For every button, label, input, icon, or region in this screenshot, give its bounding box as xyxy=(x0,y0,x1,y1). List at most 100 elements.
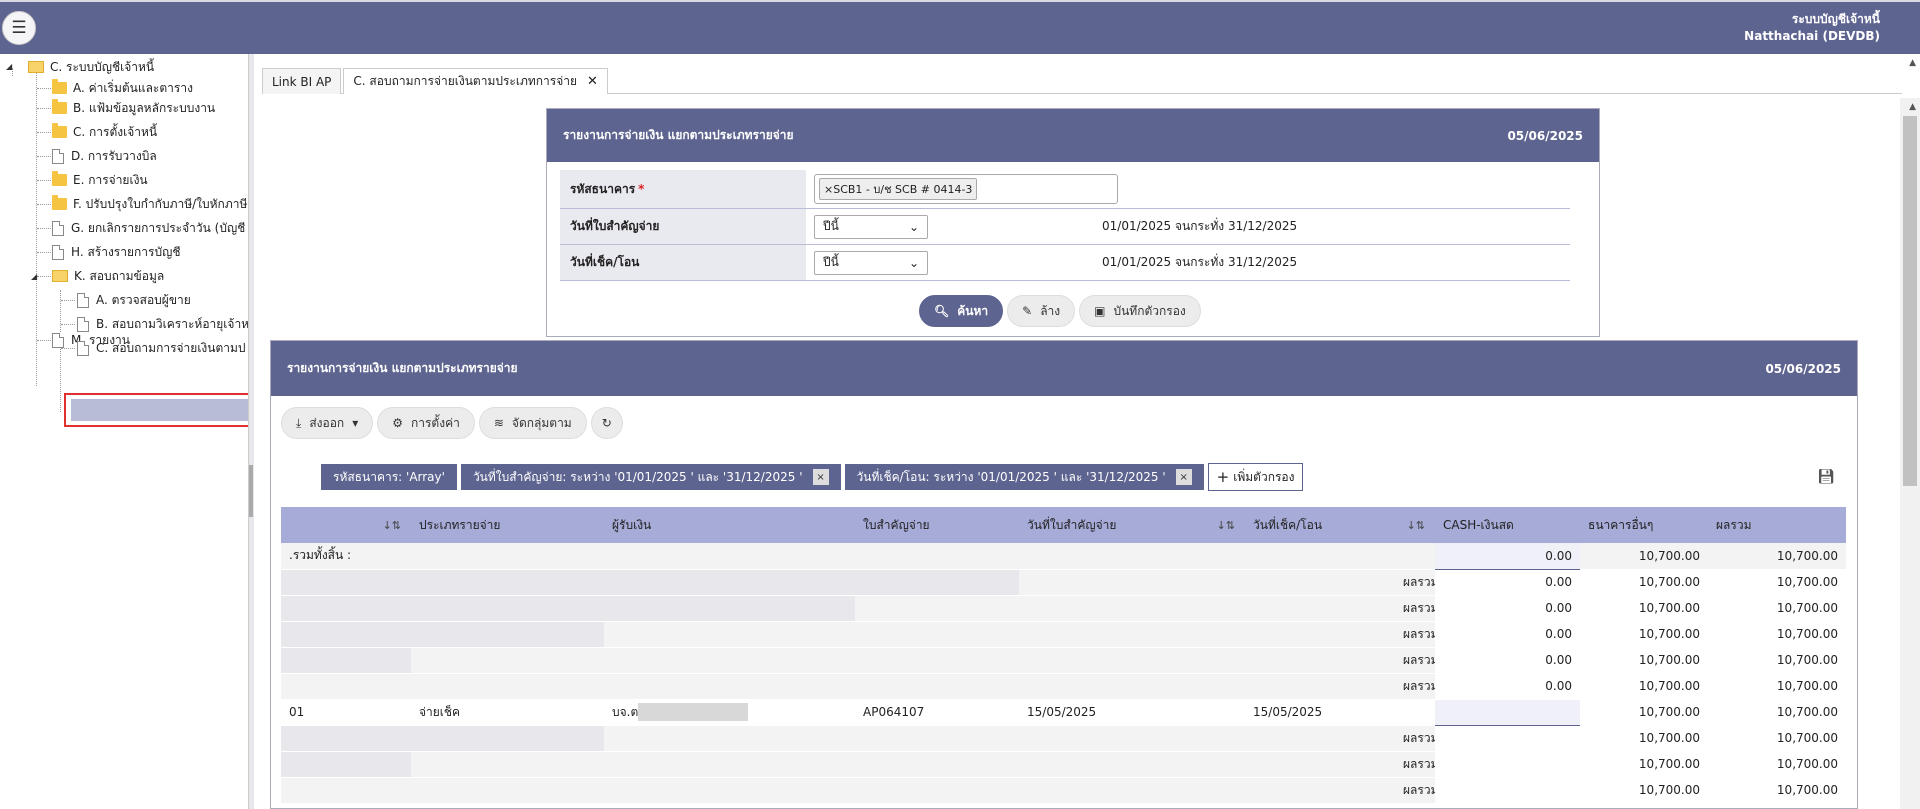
cash-cell xyxy=(1435,725,1580,752)
tree-root[interactable]: C. ระบบบัญชีเจ้าหนี้ xyxy=(28,57,154,77)
column-header[interactable]: วันที่เช็ค/โอน xyxy=(1245,507,1395,543)
file-icon xyxy=(77,292,89,308)
subtotal-label: ผลรวม xyxy=(1395,569,1435,596)
chip-remove-icon[interactable]: × xyxy=(824,183,833,196)
sidebar-item-2[interactable]: B. แฟ้มข้อมูลหลักระบบงาน xyxy=(52,98,215,118)
empty-cell xyxy=(1195,673,1245,700)
sidebar-item-8[interactable]: H. สร้างรายการบัญชี xyxy=(52,242,180,262)
close-icon[interactable]: × xyxy=(812,469,829,485)
collapse-icon[interactable]: ◢ xyxy=(6,62,12,71)
bank-code-input[interactable]: ×SCB1 - บ/ช SCB # 0414-3 xyxy=(814,174,1118,204)
other-bank-cell: 10,700.00 xyxy=(1580,621,1708,648)
table-row[interactable]: ผลรวม 0.00 10,700.00 10,700.00 xyxy=(281,647,1846,674)
empty-cell xyxy=(604,569,855,596)
splitter-handle[interactable] xyxy=(249,465,253,517)
table-row[interactable]: ผลรวม 0.00 10,700.00 10,700.00 xyxy=(281,673,1846,700)
column-header[interactable]: ผู้รับเงิน xyxy=(604,507,855,543)
outer-scroll-up-icon[interactable]: ▲ xyxy=(1909,58,1916,68)
save-layout-icon[interactable]: 💾︎ xyxy=(1817,469,1835,485)
sidebar-item-3[interactable]: C. การตั้งเจ้าหนี้ xyxy=(52,122,157,142)
voucher-date-select[interactable]: ปีนี้ ⌄ xyxy=(814,214,928,239)
close-icon[interactable]: × xyxy=(1175,469,1192,485)
group-by-button[interactable]: ≋ จัดกลุ่มตาม xyxy=(478,407,587,439)
voucher-cell[interactable]: AP064107 xyxy=(855,699,1019,726)
table-row[interactable]: .รวมทั้งสิ้น :0.00 10,700.00 10,700.00 xyxy=(281,543,1846,570)
table-row[interactable]: 01 จ่ายเช็ค บจ.ต AP064107 15/05/2025 15/05/20… xyxy=(281,699,1846,726)
column-header[interactable]: ↓⇅ xyxy=(281,507,411,543)
settings-button[interactable]: ⚙ การตั้งค่า xyxy=(377,407,475,439)
column-header[interactable]: ↓⇅ xyxy=(1195,507,1245,543)
search-button[interactable]: 🔍︎ ค้นหา xyxy=(919,295,1004,327)
empty-cell xyxy=(604,673,855,700)
clear-button[interactable]: ✎ ล้าง xyxy=(1007,295,1076,327)
sidebar-item-label: C. สอบถามการจ่ายเงินตามป xyxy=(96,340,246,355)
add-filter-button[interactable]: + เพิ่มตัวกรอง xyxy=(1207,463,1304,491)
cash-cell: 0.00 xyxy=(1435,569,1580,596)
save-filter-button[interactable]: ▣ บันทึกตัวกรอง xyxy=(1079,295,1201,327)
sidebar-subitem-3[interactable]: C. สอบถามการจ่ายเงินตามป xyxy=(77,338,246,358)
table-row[interactable]: ผลรวม 0.00 10,700.00 10,700.00 xyxy=(281,569,1846,596)
empty-cell xyxy=(1245,751,1395,778)
selection-outline xyxy=(64,393,248,427)
scroll-up-icon[interactable]: ▲ xyxy=(1909,102,1916,112)
folder-icon xyxy=(52,123,67,138)
column-header[interactable]: ↓⇅ xyxy=(1395,507,1435,543)
button-label: ค้นหา xyxy=(957,303,989,318)
file-icon xyxy=(77,316,89,332)
empty-cell xyxy=(1195,595,1245,622)
empty-cell xyxy=(604,595,855,622)
column-header[interactable]: วันที่ใบสำคัญจ่าย xyxy=(1019,507,1195,543)
chevron-down-icon: ⌄ xyxy=(908,219,919,234)
folder-open-icon xyxy=(52,270,68,282)
table-row[interactable]: ผลรวม 0.00 10,700.00 10,700.00 xyxy=(281,621,1846,648)
label-text: รหัสธนาคาร xyxy=(570,181,636,196)
tab-bar: Link BI AP C. สอบถามการจ่ายเงินตามประเภท… xyxy=(262,68,1902,94)
sidebar-item-9[interactable]: K. สอบถามข้อมูล xyxy=(52,266,164,286)
filter-chip-voucher-date[interactable]: วันที่ใบสำคัญจ่าย: ระหว่าง '01/01/2025 '… xyxy=(460,464,841,490)
file-icon xyxy=(52,332,64,348)
empty-cell xyxy=(1019,647,1195,674)
filter-chip-cheque-date[interactable]: วันที่เช็ค/โอน: ระหว่าง '01/01/2025 ' แล… xyxy=(844,464,1204,490)
collapse-icon[interactable]: ◢ xyxy=(31,272,37,281)
sidebar-item-4[interactable]: D. การรับวางบิล xyxy=(52,146,157,166)
table-row[interactable]: ผลรวม 10,700.00 10,700.00 xyxy=(281,725,1846,752)
filter-chip-bank[interactable]: รหัสธนาคาร: 'Array' xyxy=(321,464,457,490)
sidebar-tree: ◢ C. ระบบบัญชีเจ้าหนี้ A. ค่าเริ่มต้นและ… xyxy=(0,54,248,809)
sidebar-item-5[interactable]: E. การจ่ายเงิน xyxy=(52,170,148,190)
table-row[interactable]: ผลรวม 10,700.00 10,700.00 xyxy=(281,751,1846,778)
sort-icon[interactable]: ↓⇅ xyxy=(1217,519,1235,532)
sum-cell: 10,700.00 xyxy=(1708,647,1846,674)
sidebar-item-6[interactable]: F. ปรับปรุงใบกำกับภาษี/ใบหักภาษี xyxy=(52,194,247,214)
other-bank-cell: 10,700.00 xyxy=(1580,725,1708,752)
hamburger-menu-button[interactable]: ☰ xyxy=(2,11,36,45)
report-panel-header: รายงานการจ่ายเงิน แยกตามประเภทรายจ่าย 05… xyxy=(271,341,1857,396)
chip-label: รหัสธนาคาร: 'Array' xyxy=(333,469,445,484)
sort-icon[interactable]: ↓⇅ xyxy=(1407,519,1425,532)
voucher-date-cell: 15/05/2025 xyxy=(1019,699,1195,726)
tab-link-bi-ap[interactable]: Link BI AP xyxy=(262,68,342,94)
sum-cell: 10,700.00 xyxy=(1708,621,1846,648)
empty-cell xyxy=(1019,673,1195,700)
empty-cell xyxy=(281,751,411,778)
empty-cell xyxy=(1245,725,1395,752)
sidebar-item-1[interactable]: A. ค่าเริ่มต้นและตาราง xyxy=(52,78,193,98)
filter-panel-date: 05/06/2025 xyxy=(1507,128,1583,143)
empty-cell xyxy=(281,647,411,674)
tab-payment-inquiry[interactable]: C. สอบถามการจ่ายเงินตามประเภทการจ่าย ✕ xyxy=(343,68,608,94)
column-header[interactable]: CASH-เงินสด xyxy=(1435,507,1580,543)
sort-icon[interactable]: ↓⇅ xyxy=(383,519,401,532)
close-icon[interactable]: ✕ xyxy=(587,74,598,89)
column-header[interactable]: ผลรวม xyxy=(1708,507,1846,543)
export-button[interactable]: ⤓ ส่งออก ▾ xyxy=(281,407,374,439)
refresh-button[interactable]: ↻ xyxy=(590,407,623,439)
table-row[interactable]: ผลรวม 0.00 10,700.00 10,700.00 xyxy=(281,595,1846,622)
table-row[interactable]: ผลรวม 10,700.00 10,700.00 xyxy=(281,777,1846,804)
sidebar-subitem-1[interactable]: A. ตรวจสอบผู้ขาย xyxy=(77,290,191,310)
column-header[interactable]: ใบสำคัญจ่าย xyxy=(855,507,1019,543)
cheque-date-select[interactable]: ปีนี้ ⌄ xyxy=(814,250,928,275)
column-header[interactable]: ประเภทรายจ่าย xyxy=(411,507,604,543)
sidebar-item-7[interactable]: G. ยกเลิกรายการประจำวัน (บัญชี xyxy=(52,218,245,238)
column-header[interactable]: ธนาคารอื่นๆ xyxy=(1580,507,1708,543)
sidebar-subitem-2[interactable]: B. สอบถามวิเคราะห์อายุเจ้าห xyxy=(77,314,248,334)
scrollbar-thumb[interactable] xyxy=(1903,116,1917,486)
